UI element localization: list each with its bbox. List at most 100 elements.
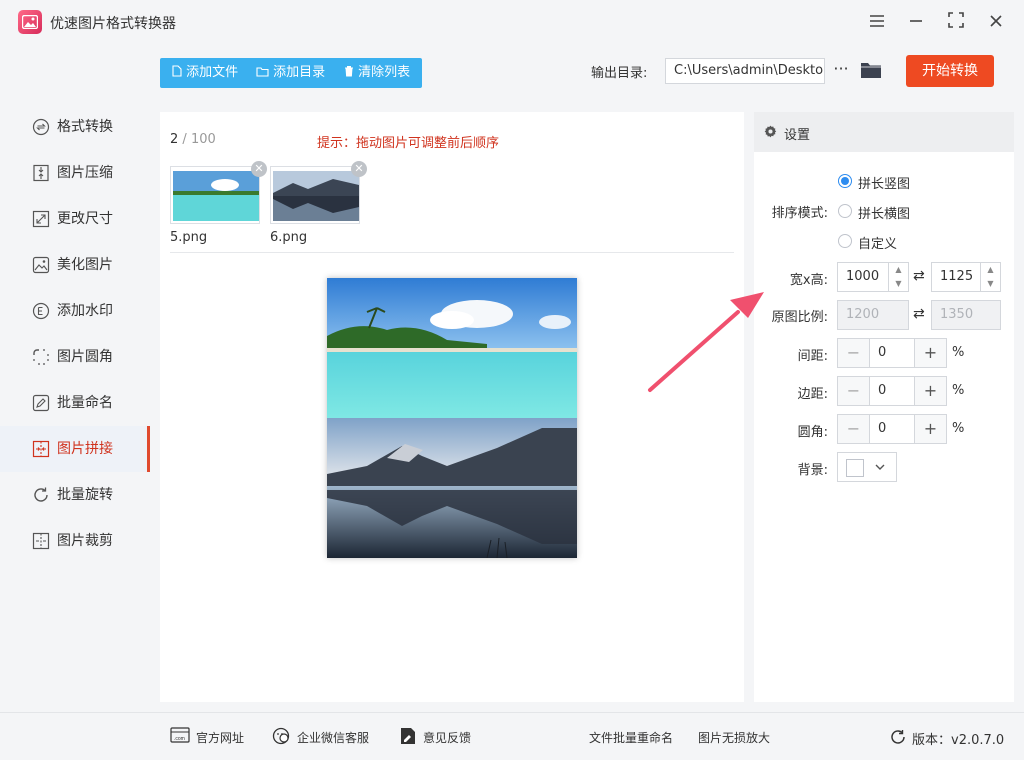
website-link[interactable]: 官方网址 [196,729,244,746]
add-file-label: 添加文件 [186,65,239,80]
update-icon[interactable] [890,729,906,745]
sort-mode-label: 排序模式: [771,206,828,221]
sidebar-item-beautify[interactable]: 美化图片 [0,242,150,288]
background-color-picker[interactable] [837,452,897,482]
sidebar-item-rotate[interactable]: 批量旋转 [0,472,150,518]
batch-rename-link[interactable]: 文件批量重命名 [589,729,673,746]
file-thumbnail[interactable]: ✕ [170,161,267,224]
sidebar-item-label: 图片圆角 [57,349,113,365]
spacing-plus-button[interactable]: + [914,339,946,367]
rename-icon [32,394,50,412]
spacing-minus-button[interactable]: − [838,339,870,367]
radius-value[interactable]: 0 [878,415,886,443]
file-thumbnail[interactable]: ✕ [270,161,367,224]
open-folder-icon[interactable] [860,61,882,81]
ratio-width-input: 1200 [837,300,909,330]
minimize-icon[interactable] [903,10,929,36]
radius-stepper: − 0 + [837,414,947,444]
margin-plus-button[interactable]: + [914,377,946,405]
margin-value[interactable]: 0 [878,377,886,405]
margin-stepper: − 0 + [837,376,947,406]
start-convert-button[interactable]: 开始转换 [906,55,994,87]
height-input[interactable]: 1125 ▲ ▼ [931,262,1001,292]
version-number: v2.0.7.0 [951,733,1005,748]
width-spinner[interactable]: ▲ ▼ [888,263,908,291]
radius-label: 圆角: [797,425,828,440]
rotate-icon [34,487,48,502]
menu-icon[interactable] [864,10,890,36]
sidebar-item-label: 图片裁剪 [57,533,113,549]
settings-header: 设置 [754,112,1014,152]
add-folder-label: 添加目录 [273,65,326,80]
swap-ratio-icon: ⇄ [913,306,925,322]
radio-horizontal[interactable] [838,204,852,218]
sidebar-item-round-corner[interactable]: 图片圆角 [0,334,150,380]
spacing-label: 间距: [797,349,828,364]
wechat-service-link[interactable]: 企业微信客服 [297,729,369,746]
output-dir-label: 输出目录: [591,66,648,81]
remove-file-icon[interactable]: ✕ [251,161,267,177]
sidebar-item-compress[interactable]: 图片压缩 [0,150,150,196]
sidebar-item-batch-rename[interactable]: 批量命名 [0,380,150,426]
sidebar-item-label: 批量命名 [57,395,113,411]
sidebar-item-crop[interactable]: 图片裁剪 [0,518,150,564]
sidebar-item-label: 格式转换 [57,119,113,135]
sidebar-item-stitch[interactable]: 图片拼接 [0,426,150,472]
add-folder-button[interactable]: 添加目录 [256,58,325,88]
fullscreen-icon[interactable] [943,10,969,36]
footer-bar: .com 官方网址 企业微信客服 意见反馈 文件批量重命名 图片无损放大 版本：… [0,712,1024,760]
radius-minus-button[interactable]: − [838,415,870,443]
radius-plus-button[interactable]: + [914,415,946,443]
file-toolbar: 添加文件 添加目录 清除列表 [160,58,422,88]
sidebar-item-label: 图片拼接 [57,441,113,457]
radio-custom[interactable] [838,234,852,248]
sidebar: 格式转换 图片压缩 更改尺寸 美化图片 添加水印 图片圆角 批量命名 图片拼接 … [0,100,150,712]
swap-size-icon[interactable]: ⇄ [913,268,925,284]
height-spinner[interactable]: ▲ ▼ [980,263,1000,291]
browse-more-button[interactable]: ··· [832,58,850,84]
height-value: 1125 [940,269,974,284]
add-file-button[interactable]: 添加文件 [172,58,238,88]
background-color-swatch [846,459,864,477]
version-label: 版本： [912,733,952,748]
app-logo-icon [18,10,42,34]
feedback-icon[interactable] [400,727,416,745]
margin-unit: % [952,383,965,398]
remove-file-icon[interactable]: ✕ [351,161,367,177]
margin-label: 边距: [797,387,828,402]
file-icon [172,65,182,77]
sidebar-item-resize[interactable]: 更改尺寸 [0,196,150,242]
folder-outline-icon [256,67,269,77]
beautify-icon [32,256,50,274]
stitch-icon [32,440,50,458]
width-input[interactable]: 1000 ▲ ▼ [837,262,909,292]
wechat-service-icon[interactable] [272,727,292,745]
svg-text:.com: .com [174,736,185,742]
spacing-unit: % [952,345,965,360]
title-bar: 优速图片格式转换器 [0,0,1024,46]
close-icon[interactable] [983,10,1009,36]
drag-hint: 提示：拖动图片可调整前后顺序 [317,136,500,151]
sidebar-item-label: 添加水印 [57,303,113,319]
width-value: 1000 [846,269,880,284]
margin-minus-button[interactable]: − [838,377,870,405]
sidebar-item-watermark[interactable]: 添加水印 [0,288,150,334]
clear-list-button[interactable]: 清除列表 [344,58,410,88]
gear-icon [764,125,777,138]
website-icon[interactable]: .com [170,727,190,743]
size-label: 宽x高: [789,273,828,288]
radio-vertical[interactable] [838,174,852,188]
radius-unit: % [952,421,965,436]
counter-separator: / [178,132,191,147]
version-info: 版本：v2.0.7.0 [912,729,1004,748]
file-name: 5.png [170,230,208,245]
stitch-preview-image [327,278,577,558]
spacing-value[interactable]: 0 [878,339,886,367]
round-corner-icon [33,349,49,365]
feedback-link[interactable]: 意见反馈 [423,729,471,746]
trash-icon [345,66,353,77]
output-dir-input[interactable]: C:\Users\admin\Deskto [665,58,825,84]
lossless-upscale-link[interactable]: 图片无损放大 [698,729,770,746]
sidebar-item-format-convert[interactable]: 格式转换 [0,104,150,150]
sidebar-item-label: 更改尺寸 [57,211,113,227]
